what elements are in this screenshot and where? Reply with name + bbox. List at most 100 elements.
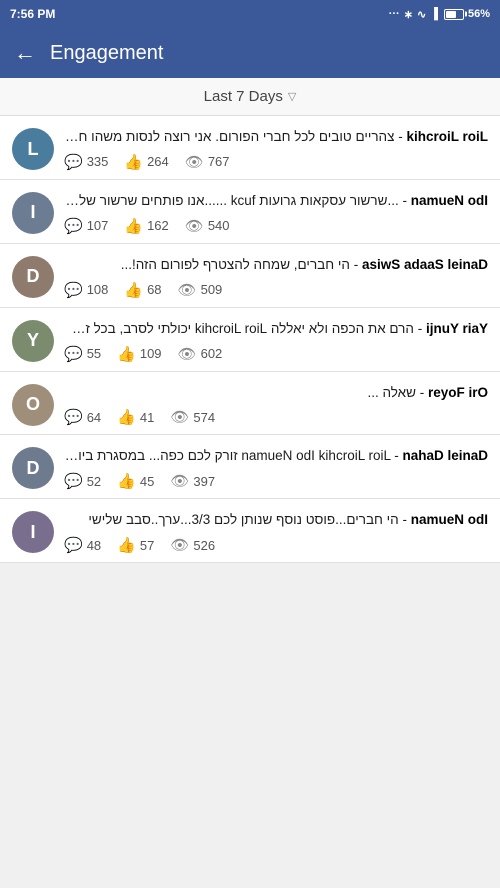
comment-count: 107 [87,218,109,233]
author-name: Ido Neuman [411,512,488,527]
header: ← Engagement [0,28,500,78]
like-icon: 👍 [124,217,143,235]
post-item[interactable]: D Daniel Saada Swisa - הי חברים, שמחה לה… [0,244,500,308]
post-text: Daniel Saada Swisa - הי חברים, שמחה להצט… [64,256,488,275]
post-item[interactable]: L Lior Liorchik - צהריים טובים לכל חברי … [0,116,500,180]
view-stat: 👁 540 [185,217,230,235]
back-button[interactable]: ← [14,42,36,64]
filter-bar[interactable]: Last 7 Days ▽ [0,78,500,116]
view-icon: 👁 [178,281,197,299]
post-body: הי חברים, שמחה להצטרף לפורום הזה!... [121,257,350,272]
post-text: Daniel Dahan - Lior Liorchik Ido Neuman … [64,447,488,466]
post-text: Ido Neuman - ...שרשור עסקאות גרועות fuck… [64,192,488,211]
comment-count: 52 [87,474,101,489]
comment-stat: 💬 55 [64,345,101,363]
status-bar: 7:56 PM ··· ∗ ∿ ▐ 56% [0,0,500,28]
post-item[interactable]: D Daniel Dahan - Lior Liorchik Ido Neuma… [0,435,500,499]
separator: - [350,257,362,272]
post-content: Daniel Saada Swisa - הי חברים, שמחה להצט… [64,256,488,299]
view-count: 509 [201,282,223,297]
separator: - [390,448,402,463]
like-stat: 👍 57 [117,536,154,554]
view-icon: 👁 [170,472,189,490]
comment-count: 55 [87,346,101,361]
post-item[interactable]: I Ido Neuman - הי חברים...פוסט נוסף שנות… [0,499,500,563]
like-stat: 👍 68 [124,281,161,299]
view-icon: 👁 [185,217,204,235]
post-stats: 💬 335 👍 264 👁 767 [64,153,488,171]
post-stats: 💬 52 👍 45 👁 397 [64,472,488,490]
comment-stat: 💬 107 [64,217,108,235]
like-icon: 👍 [117,345,136,363]
separator: - [394,129,406,144]
separator: - [416,385,428,400]
view-icon: 👁 [185,153,204,171]
comment-stat: 💬 48 [64,536,101,554]
post-text: Lior Liorchik - צהריים טובים לכל חברי הפ… [64,128,488,147]
wifi-icon: ∿ [417,8,426,21]
avatar: I [12,511,54,553]
like-count: 264 [147,154,169,169]
separator: - [399,512,411,527]
post-body: שאלה ... [367,385,416,400]
ellipsis-icon: ··· [389,8,400,20]
post-content: Yair Yunji - הרם את הכפה ולא יאללה Lior … [64,320,488,363]
view-icon: 👁 [170,408,189,426]
like-count: 68 [147,282,161,297]
avatar: I [12,192,54,234]
view-stat: 👁 397 [170,472,215,490]
view-stat: 👁 526 [170,536,215,554]
comment-stat: 💬 64 [64,408,101,426]
like-count: 109 [140,346,162,361]
post-item[interactable]: O Ori Foyer - שאלה ... 💬 64 👍 41 👁 574 [0,372,500,436]
post-body: הרם את הכפה ולא יאללה Lior Liorchik יכול… [64,321,414,336]
author-name: Lior Liorchik [406,129,488,144]
comment-icon: 💬 [64,345,83,363]
author-name: Yair Yunji [426,321,488,336]
post-body: צהריים טובים לכל חברי הפורום. אני רוצה ל… [64,129,394,144]
dropdown-arrow-icon: ▽ [288,90,296,103]
status-time: 7:56 PM [10,7,55,21]
comment-stat: 💬 52 [64,472,101,490]
comment-icon: 💬 [64,472,83,490]
comment-icon: 💬 [64,408,83,426]
view-stat: 👁 767 [185,153,230,171]
post-stats: 💬 48 👍 57 👁 526 [64,536,488,554]
like-icon: 👍 [117,408,136,426]
like-count: 162 [147,218,169,233]
post-item[interactable]: I Ido Neuman - ...שרשור עסקאות גרועות fu… [0,180,500,244]
author-name: Ori Foyer [428,385,488,400]
post-text: Yair Yunji - הרם את הכפה ולא יאללה Lior … [64,320,488,339]
like-icon: 👍 [124,281,143,299]
like-stat: 👍 264 [124,153,168,171]
post-item[interactable]: Y Yair Yunji - הרם את הכפה ולא יאללה Lio… [0,308,500,372]
like-stat: 👍 162 [124,217,168,235]
post-stats: 💬 55 👍 109 👁 602 [64,345,488,363]
header-title: Engagement [50,42,163,65]
like-stat: 👍 109 [117,345,161,363]
author-name: Ido Neuman [411,193,488,208]
posts-list: L Lior Liorchik - צהריים טובים לכל חברי … [0,116,500,563]
status-icons: ··· ∗ ∿ ▐ 56% [389,8,490,21]
post-content: Daniel Dahan - Lior Liorchik Ido Neuman … [64,447,488,490]
view-icon: 👁 [170,536,189,554]
filter-label[interactable]: Last 7 Days ▽ [204,88,297,105]
comment-count: 108 [87,282,109,297]
post-body: ...שרשור עסקאות גרועות fuck ......אנו פו… [64,193,399,208]
author-name: Daniel Saada Swisa [362,257,488,272]
avatar: L [12,128,54,170]
view-icon: 👁 [178,345,197,363]
avatar: D [12,447,54,489]
like-icon: 👍 [124,153,143,171]
avatar-initial: D [12,447,54,489]
view-count: 574 [193,410,215,425]
post-text: Ido Neuman - הי חברים...פוסט נוסף שנותן … [64,511,488,530]
separator: - [414,321,426,336]
comment-icon: 💬 [64,281,83,299]
like-count: 41 [140,410,154,425]
post-stats: 💬 107 👍 162 👁 540 [64,217,488,235]
comment-icon: 💬 [64,217,83,235]
view-count: 602 [201,346,223,361]
comment-icon: 💬 [64,153,83,171]
post-text: Ori Foyer - שאלה ... [64,384,488,403]
